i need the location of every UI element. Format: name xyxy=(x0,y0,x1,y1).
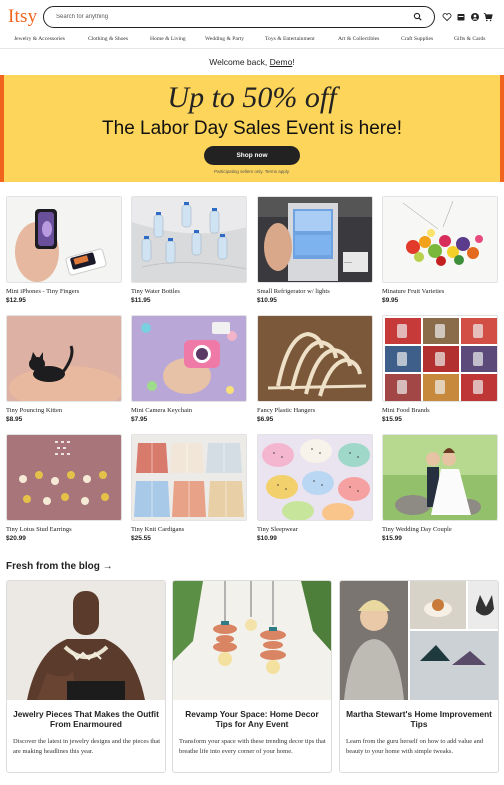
blog-post-card[interactable]: Martha Stewart's Home Improvement Tips L… xyxy=(339,580,499,773)
svg-text:~~~: ~~~ xyxy=(344,261,352,266)
blog-post-image[interactable] xyxy=(173,581,331,700)
product-card[interactable]: Tiny Water Bottles $11.95 xyxy=(131,196,247,312)
search-icon[interactable] xyxy=(412,11,424,23)
category-toys-entertainment[interactable]: Toys & Entertainment xyxy=(265,36,315,42)
site-header: Itsy xyxy=(0,0,504,34)
welcome-suffix: ! xyxy=(292,57,295,67)
product-image[interactable] xyxy=(131,196,247,283)
cart-icon[interactable] xyxy=(483,12,493,22)
product-price: $10.95 xyxy=(257,297,277,304)
blog-post-title[interactable]: Martha Stewart's Home Improvement Tips xyxy=(346,709,492,730)
product-image[interactable] xyxy=(131,315,247,402)
blog-post-description: Learn from the guru herself on how to ad… xyxy=(346,738,484,755)
product-image[interactable] xyxy=(257,315,373,402)
product-name[interactable]: Fancy Plastic Hangers xyxy=(257,407,315,414)
product-price: $7.95 xyxy=(131,416,148,423)
blog-post-title[interactable]: Revamp Your Space: Home Decor Tips for A… xyxy=(179,709,325,730)
site-logo[interactable]: Itsy xyxy=(8,6,37,28)
welcome-message: Welcome back, Demo! xyxy=(0,57,504,67)
product-name[interactable]: Small Refrigerator w/ lights xyxy=(257,288,330,295)
product-image[interactable] xyxy=(6,315,122,402)
product-name[interactable]: Minature Fruit Varieties xyxy=(382,288,444,295)
product-card[interactable]: Tiny Pouncing Kitten $8.95 xyxy=(6,315,122,431)
product-name[interactable]: Mini Camera Keychain xyxy=(131,407,192,414)
product-name[interactable]: Tiny Sleepwear xyxy=(257,526,298,533)
product-name[interactable]: Mini iPhones - Tiny Fingers xyxy=(6,288,79,295)
search-input[interactable] xyxy=(56,10,396,24)
product-image[interactable] xyxy=(257,434,373,521)
blog-post-card[interactable]: Revamp Your Space: Home Decor Tips for A… xyxy=(172,580,332,773)
product-card[interactable]: Fancy Plastic Hangers $6.95 xyxy=(257,315,373,431)
product-price: $25.55 xyxy=(131,535,151,542)
product-name[interactable]: Tiny Wedding Day Couple xyxy=(382,526,452,533)
product-price: $12.95 xyxy=(6,297,26,304)
category-craft-supplies[interactable]: Craft Supplies xyxy=(401,36,433,42)
product-card[interactable]: Mini Camera Keychain $7.95 xyxy=(131,315,247,431)
product-price: $15.99 xyxy=(382,535,402,542)
blog-heading-link[interactable]: Fresh from the blog → xyxy=(6,561,113,572)
blog-post-title[interactable]: Jewelry Pieces That Makes the Outfit Fro… xyxy=(13,709,159,730)
blog-post-description: Discover the latest in jewelry designs a… xyxy=(13,738,161,755)
product-card[interactable]: Tiny Knit Cardigans $25.55 xyxy=(131,434,247,550)
product-card[interactable]: Minature Fruit Varieties $9.95 xyxy=(382,196,498,312)
shop-now-button[interactable]: Shop now xyxy=(204,146,300,165)
product-name[interactable]: Tiny Pouncing Kitten xyxy=(6,407,62,414)
category-clothing-shoes[interactable]: Clothing & Shoes xyxy=(88,36,128,42)
product-image[interactable] xyxy=(382,434,498,521)
blog-post-description: Transform your space with these trending… xyxy=(179,738,326,755)
product-price: $20.99 xyxy=(6,535,26,542)
welcome-user-link[interactable]: Demo xyxy=(270,57,293,67)
product-price: $15.95 xyxy=(382,416,402,423)
heart-icon[interactable] xyxy=(442,12,452,22)
category-nav: Jewelry & Accessories Clothing & Shoes H… xyxy=(0,34,504,49)
product-name[interactable]: Tiny Lotus Stud Earrings xyxy=(6,526,72,533)
product-name[interactable]: Tiny Water Bottles xyxy=(131,288,180,295)
product-price: $10.99 xyxy=(257,535,277,542)
blog-post-card[interactable]: Jewelry Pieces That Makes the Outfit Fro… xyxy=(6,580,166,773)
banner-subheadline: The Labor Day Sales Event is here! xyxy=(102,118,402,139)
banner-fine-print: Participating sellers only. Terms apply. xyxy=(214,169,290,174)
product-price: $11.95 xyxy=(131,297,151,304)
product-card[interactable]: Mini Food Brands $15.95 xyxy=(382,315,498,431)
category-art-collectibles[interactable]: Art & Collectibles xyxy=(338,36,379,42)
product-image[interactable] xyxy=(382,315,498,402)
welcome-text: Welcome back, xyxy=(209,57,268,67)
product-image[interactable] xyxy=(382,196,498,283)
product-card[interactable]: ~~~ Small Refrigerator w/ lights $10.95 xyxy=(257,196,373,312)
blog-post-image[interactable] xyxy=(7,581,165,700)
product-card[interactable]: Mini iPhones - Tiny Fingers $12.95 xyxy=(6,196,122,312)
product-card[interactable]: Tiny Lotus Stud Earrings $20.99 xyxy=(6,434,122,550)
product-image[interactable] xyxy=(131,434,247,521)
category-home-living[interactable]: Home & Living xyxy=(150,36,186,42)
product-image[interactable] xyxy=(6,196,122,283)
blog-post-image[interactable] xyxy=(340,581,498,700)
product-card[interactable]: Tiny Wedding Day Couple $15.99 xyxy=(382,434,498,550)
product-price: $6.95 xyxy=(257,416,274,423)
product-name[interactable]: Tiny Knit Cardigans xyxy=(131,526,184,533)
product-name[interactable]: Mini Food Brands xyxy=(382,407,430,414)
promo-banner: Up to 50% off The Labor Day Sales Event … xyxy=(0,75,504,182)
search-bar[interactable] xyxy=(43,6,435,28)
banner-headline: Up to 50% off xyxy=(167,81,337,114)
category-wedding-party[interactable]: Wedding & Party xyxy=(205,36,244,42)
product-card[interactable]: Tiny Sleepwear $10.99 xyxy=(257,434,373,550)
account-icon[interactable] xyxy=(470,12,480,22)
category-jewelry-accessories[interactable]: Jewelry & Accessories xyxy=(14,36,65,42)
product-price: $9.95 xyxy=(382,297,399,304)
product-image[interactable] xyxy=(6,434,122,521)
product-price: $8.95 xyxy=(6,416,23,423)
product-image[interactable]: ~~~ xyxy=(257,196,373,283)
store-icon[interactable] xyxy=(456,12,466,22)
category-gifts-cards[interactable]: Gifts & Cards xyxy=(454,36,485,42)
